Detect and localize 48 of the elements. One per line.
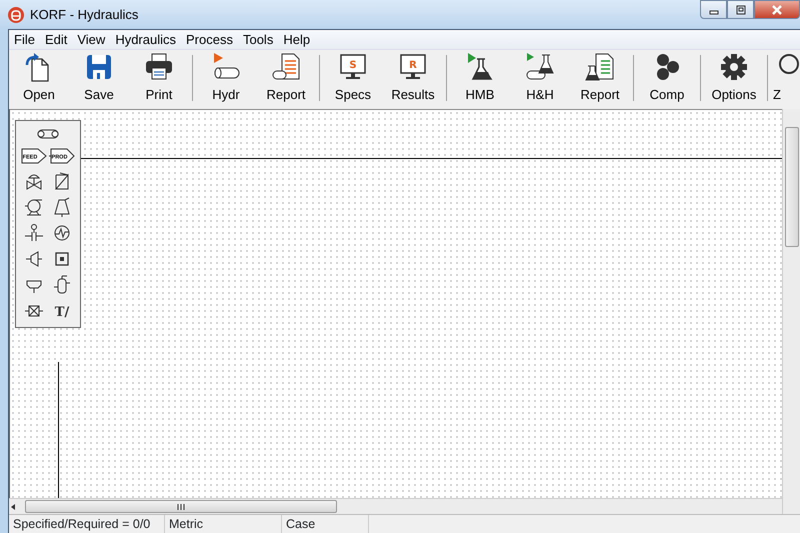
- horizontal-scrollbar[interactable]: [9, 498, 782, 514]
- printer-icon: [143, 50, 175, 82]
- menu-item[interactable]: Help: [278, 30, 316, 50]
- toolbar-button[interactable]: H&H: [510, 50, 570, 109]
- toolbar-button[interactable]: Hydr: [196, 50, 256, 109]
- menu-item[interactable]: View: [72, 30, 110, 50]
- grip-icon: [177, 504, 185, 510]
- vertical-scrollbar[interactable]: [782, 109, 800, 514]
- scroll-thumb[interactable]: [25, 500, 337, 513]
- toolbar-button[interactable]: Save: [69, 50, 129, 109]
- report-icon: [270, 50, 302, 82]
- menu-item[interactable]: Process: [181, 30, 238, 50]
- scroll-thumb[interactable]: [784, 127, 798, 247]
- minimize-button[interactable]: [700, 0, 727, 19]
- flask-report-icon: [584, 50, 616, 82]
- toolbar-button[interactable]: Options: [704, 50, 764, 109]
- window-title: KORF - Hydraulics: [30, 6, 138, 24]
- menu-item[interactable]: File: [9, 30, 40, 50]
- toolbar-button[interactable]: Print: [129, 50, 189, 109]
- reducer-icon[interactable]: [24, 249, 44, 269]
- toolbar-button[interactable]: Z: [771, 50, 795, 109]
- maximize-button[interactable]: [727, 0, 754, 19]
- scroll-left-icon: [9, 502, 17, 512]
- toolbar-button[interactable]: Report: [256, 50, 316, 109]
- app-logo-icon: [8, 6, 24, 22]
- menu-item[interactable]: Edit: [40, 30, 72, 50]
- status-text: Metric: [165, 515, 282, 533]
- toolbar-button[interactable]: Open: [9, 50, 69, 109]
- pipe-icon[interactable]: [36, 127, 60, 141]
- status-text: Specified/Required = 0/0: [9, 515, 165, 533]
- toolbar-button[interactable]: S Specs: [323, 50, 383, 109]
- menu-item[interactable]: Tools: [238, 30, 278, 50]
- restore-icon: [734, 4, 746, 14]
- toolbar-button[interactable]: Comp: [637, 50, 697, 109]
- pump-icon[interactable]: [24, 197, 44, 217]
- close-icon: [771, 4, 783, 14]
- orifice-icon[interactable]: [24, 223, 44, 243]
- toolbar-button[interactable]: Report: [570, 50, 630, 109]
- close-button[interactable]: [754, 0, 800, 19]
- status-text: Case: [282, 515, 369, 533]
- menu-item[interactable]: Hydraulics: [110, 30, 181, 50]
- toolbar-button[interactable]: HMB: [450, 50, 510, 109]
- text-tool-icon[interactable]: T/: [52, 301, 72, 321]
- heat-exchanger-icon[interactable]: [52, 223, 72, 243]
- pipe-flask-icon: [524, 50, 556, 82]
- toolbar-button[interactable]: R Results: [383, 50, 443, 109]
- compressor-icon[interactable]: [52, 197, 72, 217]
- vessel-icon[interactable]: [52, 275, 72, 295]
